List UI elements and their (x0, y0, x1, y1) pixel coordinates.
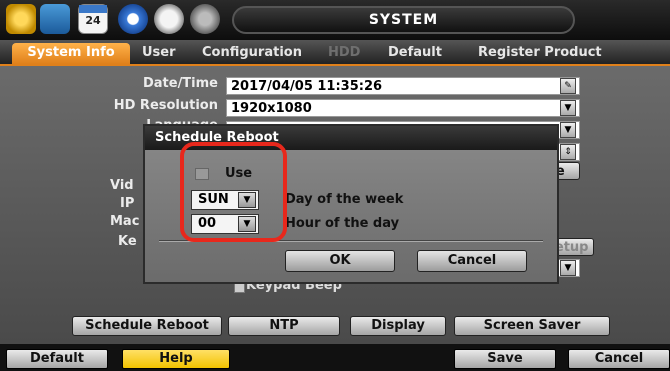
calendar-icon[interactable]: 24 (78, 4, 108, 34)
cancel-button[interactable]: Cancel (568, 349, 670, 369)
edit-datetime-icon[interactable]: ✎ (560, 78, 576, 94)
chevron-down-icon[interactable]: ▼ (560, 122, 576, 138)
tab-hdd: HDD (328, 45, 361, 60)
chevron-down-icon[interactable]: ▼ (560, 100, 576, 116)
tab-register-product[interactable]: Register Product (478, 44, 602, 62)
datetime-label: Date/Time (142, 76, 218, 91)
display-button[interactable]: Display (350, 316, 446, 336)
mac-label: Mac (110, 214, 140, 229)
gear-icon[interactable] (6, 4, 36, 34)
hd-resolution-label: HD Resolution (113, 98, 218, 113)
hd-resolution-select[interactable]: 1920x1080 (226, 99, 580, 117)
hdd-icon[interactable] (40, 4, 70, 34)
hour-of-day-label: Hour of the day (285, 216, 400, 231)
video-label: Vid (110, 178, 134, 193)
top-bar: 24 SYSTEM (0, 0, 670, 40)
tab-default[interactable]: Default (388, 44, 442, 62)
screen-saver-button[interactable]: Screen Saver (454, 316, 610, 336)
ntp-button[interactable]: NTP (228, 316, 340, 336)
tab-user[interactable]: User (142, 44, 176, 62)
event-icon[interactable] (154, 4, 184, 34)
stepper-icon[interactable]: ⇕ (560, 144, 576, 160)
help-button[interactable]: Help (122, 349, 230, 369)
footer-bar: Default Help Save Cancel (0, 344, 670, 371)
network-icon[interactable] (118, 4, 148, 34)
settings-gear-icon[interactable] (190, 4, 220, 34)
red-highlight-box (180, 142, 287, 242)
calendar-day: 24 (85, 14, 101, 27)
dialog-cancel-button[interactable]: Cancel (417, 250, 527, 272)
default-button[interactable]: Default (6, 349, 108, 369)
chevron-down-icon[interactable]: ▼ (560, 260, 576, 276)
tab-bar: System Info User Configuration HDD Defau… (0, 40, 670, 64)
datetime-field[interactable]: 2017/04/05 11:35:26 (226, 77, 580, 95)
tab-configuration[interactable]: Configuration (202, 44, 302, 62)
tab-system-info[interactable]: System Info (12, 43, 130, 64)
ok-button[interactable]: OK (285, 250, 395, 272)
schedule-reboot-button[interactable]: Schedule Reboot (72, 316, 222, 336)
dvr-screen: 24 SYSTEM System Info User Configuration… (0, 0, 670, 371)
day-of-week-label: Day of the week (285, 192, 404, 207)
page-title: SYSTEM (232, 6, 575, 34)
save-button[interactable]: Save (454, 349, 556, 369)
